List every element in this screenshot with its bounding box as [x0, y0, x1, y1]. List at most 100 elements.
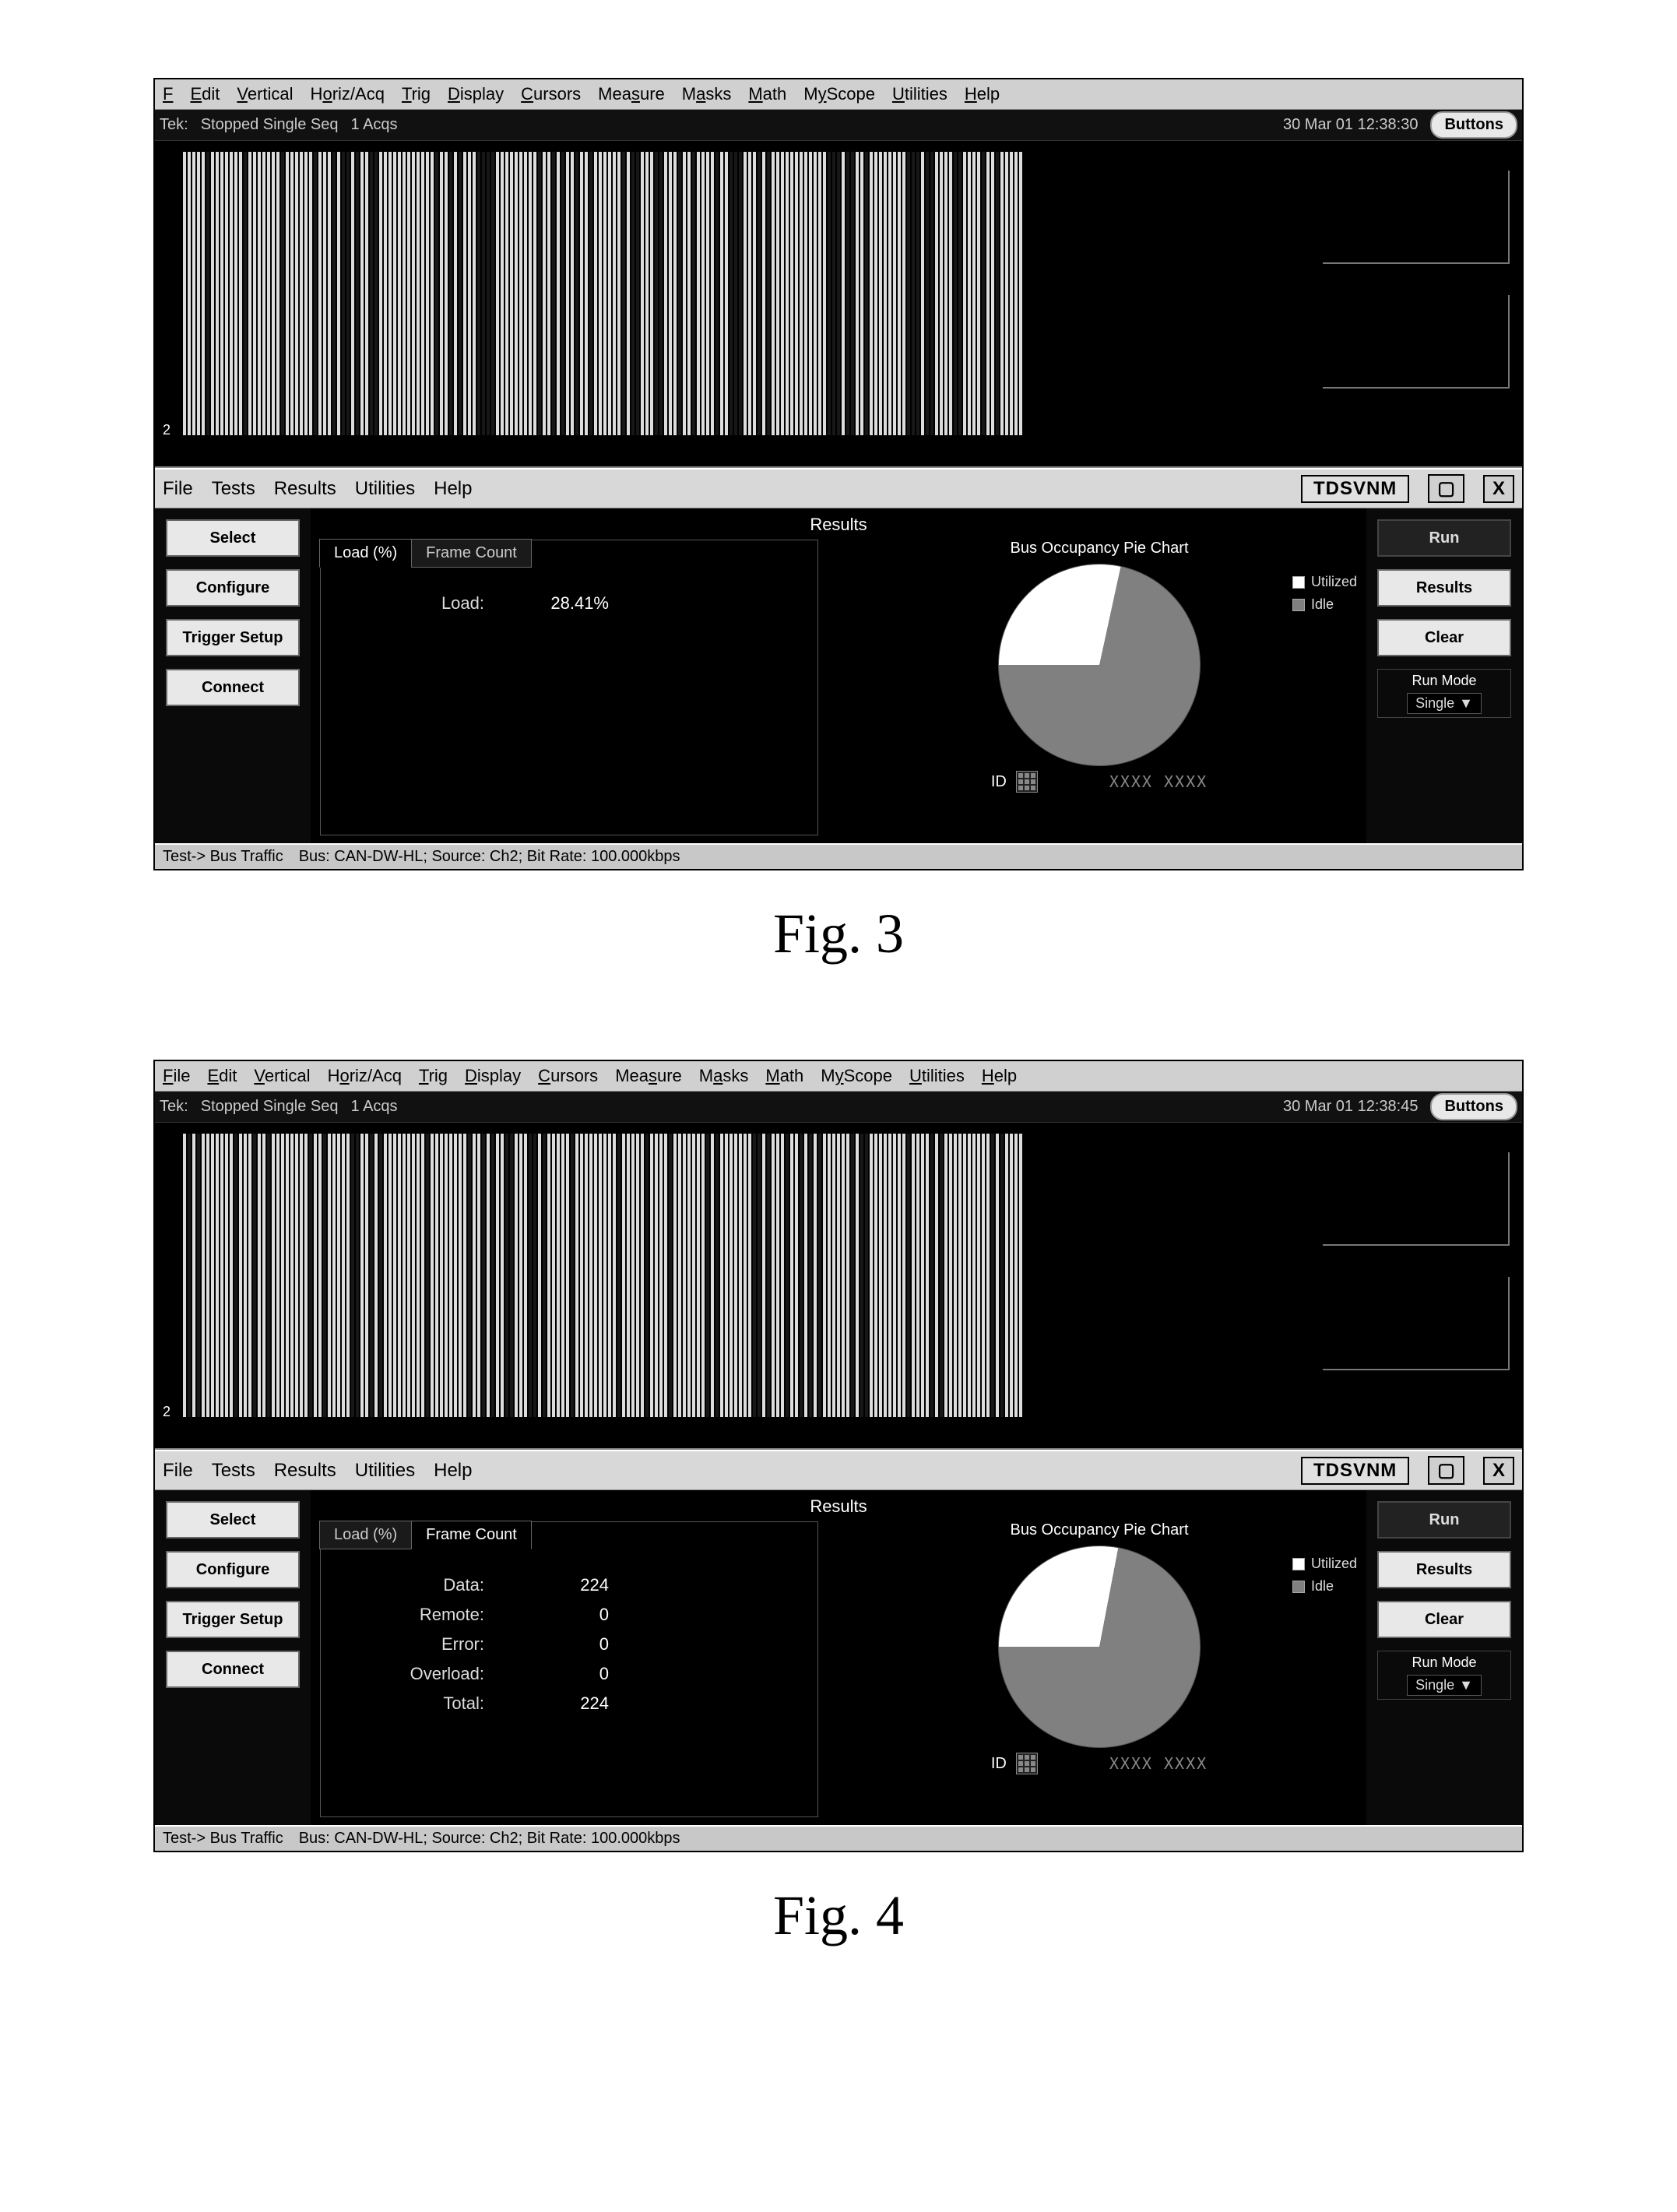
trigger-setup-button[interactable]: Trigger Setup	[166, 619, 300, 656]
menu-file[interactable]: F	[163, 84, 173, 104]
results-panel: Select Configure Trigger Setup Connect R…	[155, 1490, 1522, 1825]
close-icon[interactable]: X	[1483, 475, 1514, 503]
run-button[interactable]: Run	[1377, 519, 1511, 557]
run-mode-panel: Run Mode Single ▼	[1377, 669, 1511, 718]
configure-button[interactable]: Configure	[166, 569, 300, 607]
menu-vertical[interactable]: Vertical	[254, 1066, 310, 1086]
results-tabs: Load (%) Frame Count Load: 28.41%	[320, 540, 818, 835]
channel-marker: 2	[163, 1404, 171, 1420]
menu-measure[interactable]: Measure	[615, 1066, 682, 1086]
tek-label: Tek:	[160, 1098, 188, 1116]
main-menu: File Edit Vertical Horiz/Acq Trig Displa…	[155, 1061, 1522, 1092]
frame-count-value: 0	[515, 1605, 609, 1625]
results-button[interactable]: Results	[1377, 1551, 1511, 1588]
configure-button[interactable]: Configure	[166, 1551, 300, 1588]
select-button[interactable]: Select	[166, 1501, 300, 1539]
app-menu-utilities[interactable]: Utilities	[355, 1460, 415, 1482]
menu-masks[interactable]: Masks	[699, 1066, 749, 1086]
menu-cursors[interactable]: Cursors	[521, 84, 581, 104]
scope-status-bar: Tek: Stopped Single Seq 1 Acqs 30 Mar 01…	[155, 110, 1522, 141]
legend-idle: Idle	[1292, 596, 1357, 613]
frame-count-label: Error:	[344, 1634, 484, 1655]
frame-count-row: Overload:0	[344, 1659, 794, 1689]
main-menu: F Edit Vertical Horiz/Acq Trig Display C…	[155, 79, 1522, 110]
menu-edit[interactable]: Edit	[207, 1066, 237, 1086]
legend-utilized: Utilized	[1292, 574, 1357, 590]
app-menu-utilities[interactable]: Utilities	[355, 478, 415, 500]
menu-horiz-acq[interactable]: Horiz/Acq	[311, 84, 385, 104]
buttons-toggle[interactable]: Buttons	[1430, 111, 1517, 139]
app-menu-file[interactable]: File	[163, 1460, 193, 1482]
minimize-icon[interactable]: ▢	[1428, 1456, 1464, 1485]
scope-status-bar: Tek: Stopped Single Seq 1 Acqs 30 Mar 01…	[155, 1092, 1522, 1123]
run-button[interactable]: Run	[1377, 1501, 1511, 1539]
run-mode-select[interactable]: Single ▼	[1407, 693, 1482, 714]
frame-count-value: 0	[515, 1664, 609, 1684]
menu-utilities[interactable]: Utilities	[909, 1066, 965, 1086]
frame-count-label: Data:	[344, 1575, 484, 1595]
waveform-display[interactable]: 2	[160, 136, 1304, 466]
acq-state: Stopped Single Seq	[201, 116, 339, 134]
menu-file[interactable]: File	[163, 1066, 190, 1086]
run-mode-select[interactable]: Single ▼	[1407, 1675, 1482, 1696]
keypad-icon[interactable]	[1016, 771, 1038, 793]
left-sidebar: Select Configure Trigger Setup Connect	[155, 508, 311, 843]
trigger-setup-button[interactable]: Trigger Setup	[166, 1601, 300, 1638]
menu-vertical[interactable]: Vertical	[237, 84, 293, 104]
menu-masks[interactable]: Masks	[682, 84, 732, 104]
menu-myscope[interactable]: MyScope	[803, 84, 875, 104]
app-menu-file[interactable]: File	[163, 478, 193, 500]
app-menu-help[interactable]: Help	[434, 1460, 472, 1482]
oscilloscope-window-fig3: F Edit Vertical Horiz/Acq Trig Display C…	[153, 78, 1524, 870]
app-menu-tests[interactable]: Tests	[212, 1460, 255, 1482]
timestamp: 30 Mar 01 12:38:45	[1283, 1098, 1418, 1116]
menu-utilities[interactable]: Utilities	[892, 84, 947, 104]
menu-trig[interactable]: Trig	[402, 84, 431, 104]
menu-display[interactable]: Display	[465, 1066, 521, 1086]
menu-math[interactable]: Math	[765, 1066, 803, 1086]
pie-chart-title: Bus Occupancy Pie Chart	[842, 1521, 1357, 1539]
results-button[interactable]: Results	[1377, 569, 1511, 607]
waveform-display[interactable]: 2	[160, 1118, 1304, 1448]
menu-measure[interactable]: Measure	[598, 84, 665, 104]
app-menu-tests[interactable]: Tests	[212, 478, 255, 500]
tab-frame-count[interactable]: Frame Count	[411, 1521, 532, 1549]
app-menu-results[interactable]: Results	[274, 478, 336, 500]
clear-button[interactable]: Clear	[1377, 619, 1511, 656]
figure-caption-3: Fig. 3	[0, 902, 1677, 966]
tab-load[interactable]: Load (%)	[319, 539, 412, 568]
connect-button[interactable]: Connect	[166, 1651, 300, 1688]
menu-edit[interactable]: Edit	[190, 84, 220, 104]
run-mode-panel: Run Mode Single ▼	[1377, 1651, 1511, 1700]
legend-utilized: Utilized	[1292, 1556, 1357, 1572]
select-button[interactable]: Select	[166, 519, 300, 557]
run-mode-title: Run Mode	[1381, 673, 1507, 689]
load-label: Load:	[344, 593, 484, 614]
buttons-toggle[interactable]: Buttons	[1430, 1093, 1517, 1120]
tab-load[interactable]: Load (%)	[319, 1521, 412, 1549]
results-title: Results	[320, 1496, 1357, 1517]
status-bus: Bus: CAN-DW-HL; Source: Ch2; Bit Rate: 1…	[299, 1830, 680, 1848]
menu-myscope[interactable]: MyScope	[821, 1066, 892, 1086]
menu-horiz-acq[interactable]: Horiz/Acq	[328, 1066, 402, 1086]
menu-help[interactable]: Help	[965, 84, 1000, 104]
menu-math[interactable]: Math	[748, 84, 786, 104]
status-bar: Test-> Bus Traffic Bus: CAN-DW-HL; Sourc…	[155, 1825, 1522, 1851]
keypad-icon[interactable]	[1016, 1753, 1038, 1774]
menu-help[interactable]: Help	[982, 1066, 1017, 1086]
side-readout-1	[1323, 1152, 1510, 1246]
minimize-icon[interactable]: ▢	[1428, 474, 1464, 503]
menu-display[interactable]: Display	[448, 84, 504, 104]
menu-cursors[interactable]: Cursors	[538, 1066, 598, 1086]
connect-button[interactable]: Connect	[166, 669, 300, 706]
close-icon[interactable]: X	[1483, 1457, 1514, 1485]
app-menu-help[interactable]: Help	[434, 478, 472, 500]
results-tabs: Load (%) Frame Count Data:224Remote:0Err…	[320, 1521, 818, 1817]
tab-frame-count[interactable]: Frame Count	[411, 539, 532, 568]
menu-trig[interactable]: Trig	[419, 1066, 448, 1086]
run-mode-title: Run Mode	[1381, 1655, 1507, 1671]
frame-count-value: 224	[515, 1575, 609, 1595]
clear-button[interactable]: Clear	[1377, 1601, 1511, 1638]
app-menu-results[interactable]: Results	[274, 1460, 336, 1482]
acq-state: Stopped Single Seq	[201, 1098, 339, 1116]
